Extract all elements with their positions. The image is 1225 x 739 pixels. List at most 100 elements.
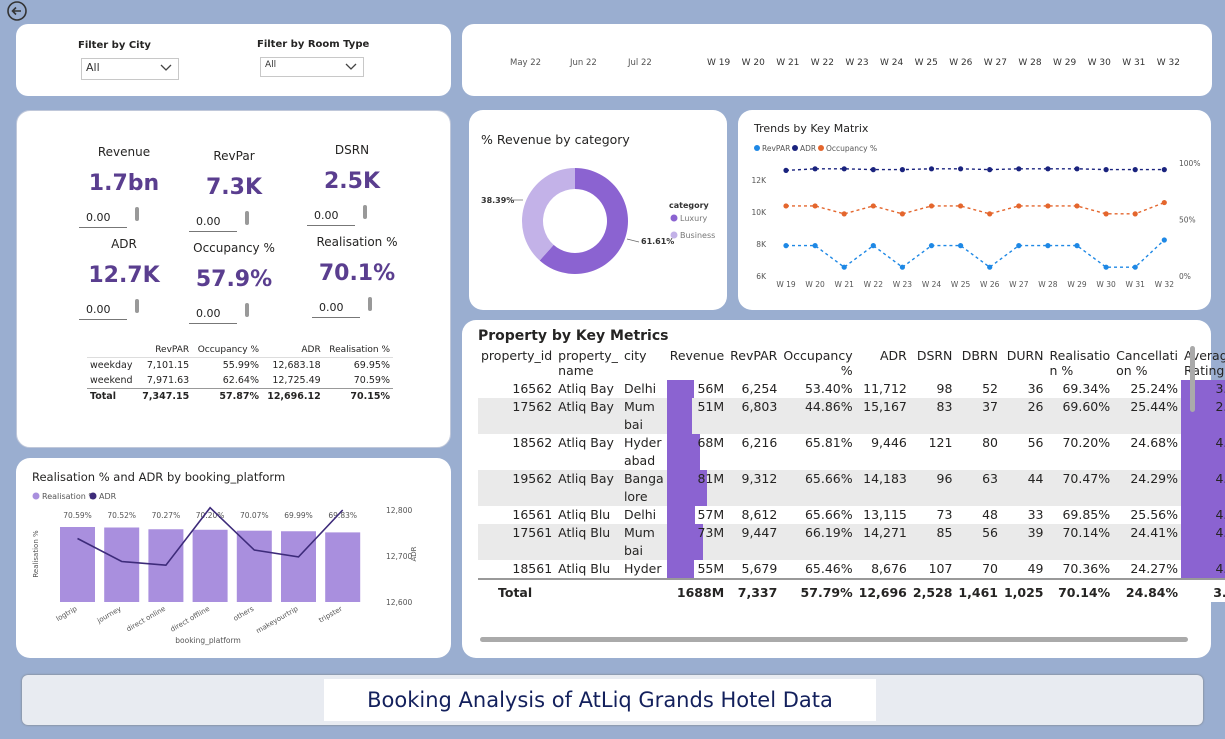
realisation-bar[interactable] bbox=[104, 527, 140, 602]
timeline-month[interactable]: Jun 22 bbox=[570, 58, 597, 68]
column-header[interactable]: property_ name bbox=[555, 346, 621, 380]
room-filter-dropdown[interactable]: All bbox=[260, 57, 364, 77]
column-header[interactable]: property_id bbox=[478, 346, 555, 380]
trend-point[interactable] bbox=[870, 167, 876, 173]
trend-point[interactable] bbox=[812, 243, 818, 249]
trend-point[interactable] bbox=[812, 203, 818, 209]
table-row[interactable]: 17561 Atliq Blu Mum bai 73M 9,447 66.19% 14,271… bbox=[478, 524, 1225, 560]
timeline-week[interactable]: W 26 bbox=[949, 58, 972, 68]
trend-point[interactable] bbox=[1103, 264, 1109, 270]
trend-point[interactable] bbox=[958, 243, 964, 249]
trend-point[interactable] bbox=[783, 203, 789, 209]
trend-point[interactable] bbox=[1045, 243, 1051, 249]
trend-point[interactable] bbox=[987, 211, 993, 217]
table-cell: 44 bbox=[1000, 470, 1047, 506]
weektable-header: ADR bbox=[262, 343, 324, 358]
trend-point[interactable] bbox=[899, 167, 905, 173]
trend-point[interactable] bbox=[958, 203, 964, 209]
column-header[interactable]: Occupancy % bbox=[780, 346, 855, 380]
timeline-week[interactable]: W 31 bbox=[1122, 58, 1145, 68]
column-header[interactable]: DURN bbox=[1001, 346, 1047, 380]
timeline-week[interactable]: W 21 bbox=[776, 58, 799, 68]
trend-point[interactable] bbox=[1132, 211, 1138, 217]
trend-point[interactable] bbox=[987, 264, 993, 270]
timeline-week[interactable]: W 25 bbox=[915, 58, 938, 68]
trend-point[interactable] bbox=[1016, 243, 1022, 249]
table-cell: 4.2 bbox=[1181, 560, 1225, 579]
timeline-month[interactable]: Jul 22 bbox=[628, 58, 652, 68]
table-row[interactable]: 19562 Atliq Bay Banga lore 81M 9,312 65.66% 14,… bbox=[478, 470, 1225, 506]
realisation-bar[interactable] bbox=[236, 530, 272, 602]
table-row[interactable]: 18561 Atliq Blu Hyder 55M 5,679 65.46% 8,676 10… bbox=[478, 560, 1225, 579]
timeline-week[interactable]: W 29 bbox=[1053, 58, 1076, 68]
trend-point[interactable] bbox=[928, 203, 935, 209]
trend-point[interactable] bbox=[928, 243, 935, 249]
column-header[interactable]: RevPAR bbox=[727, 346, 780, 380]
trend-point[interactable] bbox=[870, 243, 876, 249]
trend-point[interactable] bbox=[783, 167, 789, 173]
slice-label-business: 38.39% bbox=[481, 196, 514, 205]
trend-point[interactable] bbox=[1103, 167, 1109, 173]
trend-point[interactable] bbox=[1016, 203, 1022, 209]
trend-point[interactable] bbox=[1045, 203, 1051, 209]
timeline-week[interactable]: W 20 bbox=[742, 58, 765, 68]
timeline-week[interactable]: W 19 bbox=[707, 58, 730, 68]
table-cell: 6,254 bbox=[741, 381, 778, 396]
kpi-dsrn: DSRN 2.5K 0.00 bbox=[297, 143, 407, 226]
table-row[interactable]: 16561 Atliq Blu Delhi 57M 8,612 65.66% 13,115 7… bbox=[478, 506, 1225, 524]
trend-point[interactable] bbox=[987, 167, 993, 173]
trend-point[interactable] bbox=[1045, 166, 1051, 172]
timeline-week[interactable]: W 27 bbox=[984, 58, 1007, 68]
trend-point[interactable] bbox=[1161, 167, 1167, 173]
timeline-week[interactable]: W 28 bbox=[1018, 58, 1041, 68]
timeline-month[interactable]: May 22 bbox=[510, 58, 541, 68]
realisation-bar[interactable] bbox=[325, 532, 361, 602]
trend-point[interactable] bbox=[928, 166, 935, 172]
trend-point[interactable] bbox=[1103, 211, 1109, 217]
timeline-week[interactable]: W 30 bbox=[1088, 58, 1111, 68]
realisation-bar[interactable] bbox=[192, 529, 228, 602]
back-arrow-icon[interactable] bbox=[6, 0, 28, 22]
trend-point[interactable] bbox=[1074, 203, 1080, 209]
table-cell: 121 bbox=[928, 435, 953, 450]
trend-point[interactable] bbox=[1074, 166, 1080, 172]
trend-point[interactable] bbox=[1074, 243, 1080, 249]
trend-point[interactable] bbox=[1161, 237, 1167, 243]
donut-slice-business[interactable] bbox=[522, 168, 575, 261]
trend-point[interactable] bbox=[1161, 199, 1167, 206]
column-header[interactable]: Realisatio n % bbox=[1047, 346, 1114, 380]
column-header[interactable]: DSRN bbox=[910, 346, 956, 380]
trend-point[interactable] bbox=[1016, 166, 1022, 172]
timeline-week[interactable]: W 24 bbox=[880, 58, 903, 68]
timeline-week[interactable]: W 23 bbox=[845, 58, 868, 68]
city-filter-dropdown[interactable]: All bbox=[81, 58, 179, 80]
trend-point[interactable] bbox=[841, 166, 847, 172]
trend-point[interactable] bbox=[783, 243, 789, 249]
column-header[interactable]: ADR bbox=[856, 346, 910, 380]
trend-point[interactable] bbox=[870, 203, 876, 209]
realisation-bar[interactable] bbox=[60, 527, 95, 602]
trend-point[interactable] bbox=[1132, 167, 1138, 173]
table-row[interactable]: 16562 Atliq Bay Delhi 56M 6,254 53.40% 11,712 9… bbox=[478, 380, 1225, 398]
column-header[interactable]: DBRN bbox=[955, 346, 1001, 380]
realisation-bar[interactable] bbox=[281, 531, 316, 602]
timeline-week[interactable]: W 32 bbox=[1157, 58, 1180, 68]
trend-point[interactable] bbox=[899, 264, 905, 270]
table-cell: 4.3 bbox=[1181, 506, 1225, 524]
table-row[interactable]: 17562 Atliq Bay Mum bai 51M 6,803 44.86% 15,167… bbox=[478, 398, 1225, 434]
kpi-value: 2.5K bbox=[323, 169, 381, 194]
trend-point[interactable] bbox=[899, 211, 905, 217]
column-header[interactable]: Revenue bbox=[667, 346, 727, 380]
trend-point[interactable] bbox=[812, 166, 818, 172]
table-vertical-scrollbar[interactable] bbox=[1190, 346, 1195, 412]
trend-point[interactable] bbox=[958, 166, 964, 172]
timeline-week[interactable]: W 22 bbox=[811, 58, 834, 68]
column-header[interactable]: Cancellati on % bbox=[1113, 346, 1181, 380]
trend-point[interactable] bbox=[841, 211, 847, 217]
table-row[interactable]: 18562 Atliq Bay Hyder abad 68M 6,216 65.81% 9,4… bbox=[478, 434, 1225, 470]
column-header[interactable]: city bbox=[621, 346, 667, 380]
table-horizontal-scrollbar[interactable] bbox=[480, 637, 1188, 642]
trend-point[interactable] bbox=[1132, 264, 1138, 270]
trend-point[interactable] bbox=[841, 264, 847, 270]
column-header[interactable]: Average Rating bbox=[1181, 346, 1225, 380]
